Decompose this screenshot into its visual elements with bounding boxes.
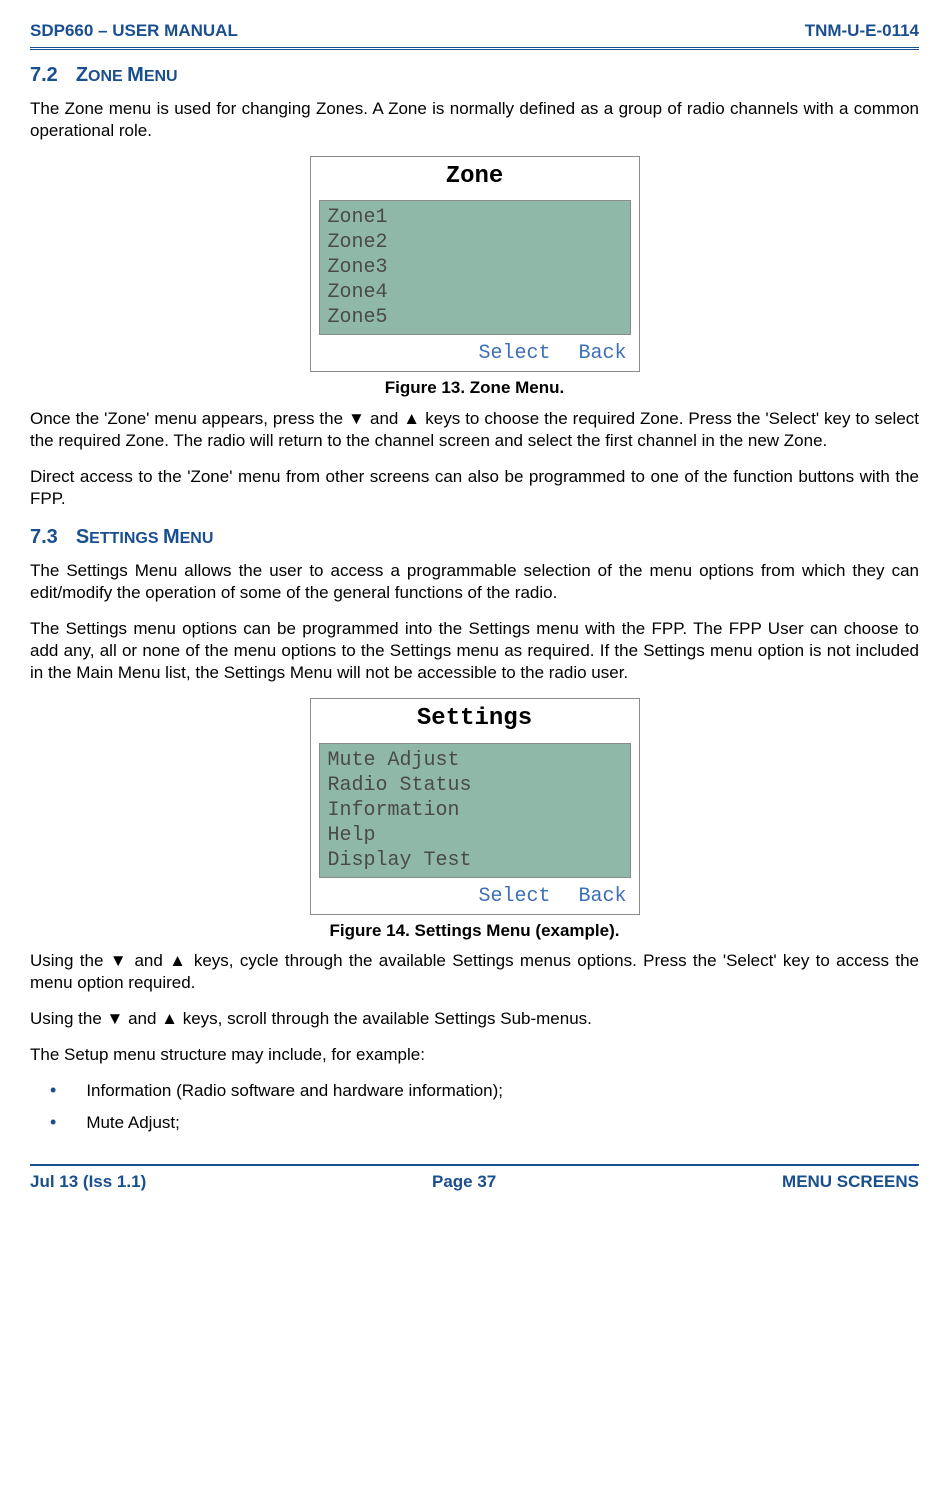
section-7-3-para2: The Settings menu options can be program… <box>30 618 919 684</box>
header-divider <box>30 47 919 50</box>
settings-item: Help <box>328 823 622 848</box>
section-number: 7.2 <box>30 64 58 86</box>
footer-left: Jul 13 (Iss 1.1) <box>30 1171 146 1193</box>
document-footer: Jul 13 (Iss 1.1) Page 37 MENU SCREENS <box>30 1164 919 1193</box>
section-7-2-para3: Direct access to the 'Zone' menu from ot… <box>30 466 919 510</box>
setup-bullet-list: • Information (Radio software and hardwa… <box>50 1080 919 1134</box>
footer-center: Page 37 <box>432 1171 496 1193</box>
figure-13-caption: Figure 13. Zone Menu. <box>30 377 919 399</box>
back-softkey: Back <box>578 341 626 367</box>
section-7-2-para1: The Zone menu is used for changing Zones… <box>30 98 919 142</box>
bullet-text: Mute Adjust; <box>86 1112 180 1134</box>
zone-menu-list: Zone1 Zone2 Zone3 Zone4 Zone5 <box>319 200 631 335</box>
figure-14: Settings Mute Adjust Radio Status Inform… <box>30 698 919 914</box>
section-7-3-para5: The Setup menu structure may include, fo… <box>30 1044 919 1066</box>
settings-menu-screen: Settings Mute Adjust Radio Status Inform… <box>310 698 640 914</box>
header-right: TNM-U-E-0114 <box>805 20 919 42</box>
settings-item: Information <box>328 798 622 823</box>
section-7-2-para2: Once the 'Zone' menu appears, press the … <box>30 408 919 452</box>
settings-menu-title: Settings <box>311 699 639 738</box>
settings-item: Display Test <box>328 848 622 873</box>
bullet-text: Information (Radio software and hardware… <box>86 1080 503 1102</box>
select-softkey: Select <box>478 884 550 910</box>
section-7-2-heading: 7.2ZONE MENU <box>30 62 919 88</box>
bullet-item: • Information (Radio software and hardwa… <box>50 1080 919 1102</box>
zone-menu-title: Zone <box>311 157 639 196</box>
settings-menu-footer: Select Back <box>311 882 639 914</box>
section-7-3-para4: Using the ▼ and ▲ keys, scroll through t… <box>30 1008 919 1030</box>
bullet-marker: • <box>50 1112 56 1134</box>
figure-14-caption: Figure 14. Settings Menu (example). <box>30 920 919 942</box>
bullet-item: • Mute Adjust; <box>50 1112 919 1134</box>
figure-13: Zone Zone1 Zone2 Zone3 Zone4 Zone5 Selec… <box>30 156 919 372</box>
zone-menu-footer: Select Back <box>311 339 639 371</box>
bullet-marker: • <box>50 1080 56 1102</box>
back-softkey: Back <box>578 884 626 910</box>
select-softkey: Select <box>478 341 550 367</box>
settings-item: Mute Adjust <box>328 748 622 773</box>
footer-divider <box>30 1164 919 1166</box>
zone-item: Zone3 <box>328 255 622 280</box>
settings-item: Radio Status <box>328 773 622 798</box>
document-header: SDP660 – USER MANUAL TNM-U-E-0114 <box>30 20 919 42</box>
zone-item: Zone5 <box>328 305 622 330</box>
section-7-3-para3: Using the ▼ and ▲ keys, cycle through th… <box>30 950 919 994</box>
section-number: 7.3 <box>30 526 58 548</box>
section-7-3-para1: The Settings Menu allows the user to acc… <box>30 560 919 604</box>
footer-right: MENU SCREENS <box>782 1171 919 1193</box>
zone-item: Zone4 <box>328 280 622 305</box>
zone-item: Zone1 <box>328 205 622 230</box>
settings-menu-list: Mute Adjust Radio Status Information Hel… <box>319 743 631 878</box>
header-left: SDP660 – USER MANUAL <box>30 20 238 42</box>
section-7-3-heading: 7.3SETTINGS MENU <box>30 524 919 550</box>
zone-menu-screen: Zone Zone1 Zone2 Zone3 Zone4 Zone5 Selec… <box>310 156 640 372</box>
zone-item: Zone2 <box>328 230 622 255</box>
